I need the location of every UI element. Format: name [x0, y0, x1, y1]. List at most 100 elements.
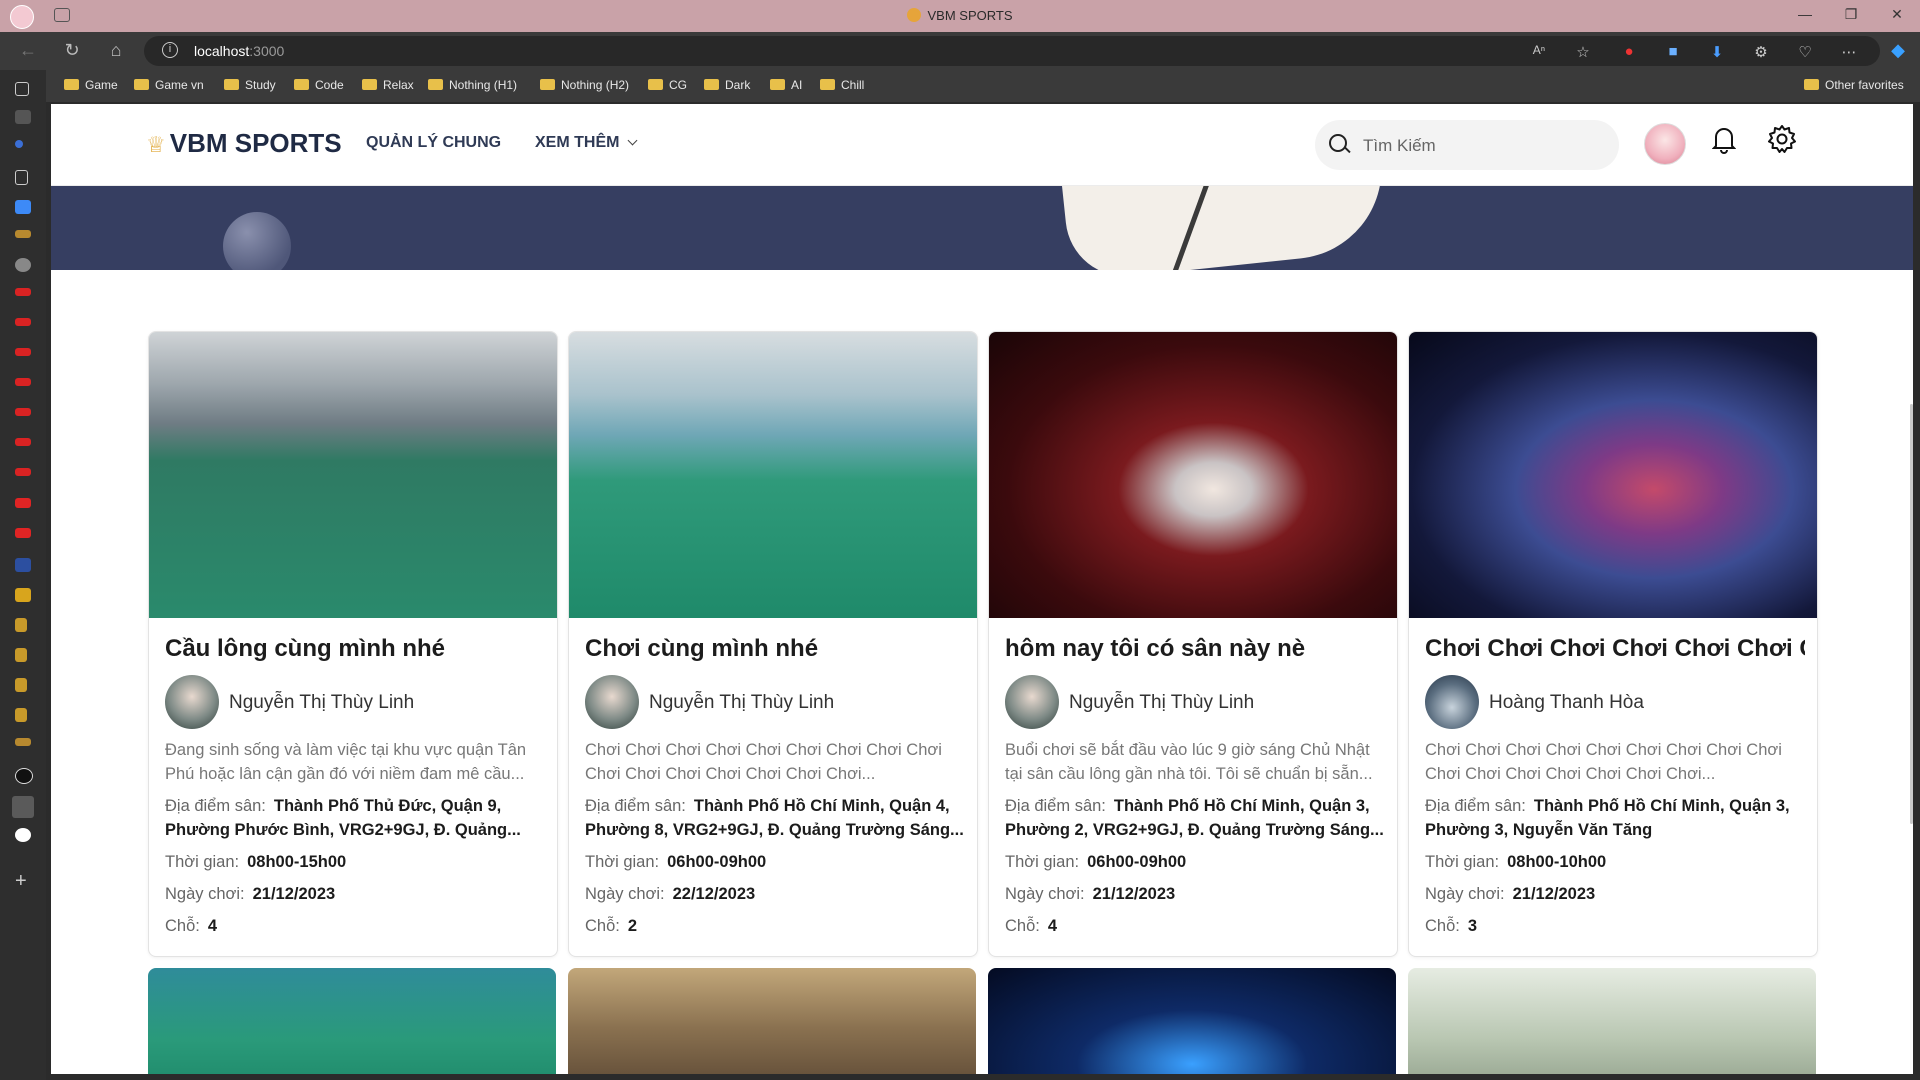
more-menu-icon[interactable]: ⋯: [1838, 43, 1860, 61]
post-card-image[interactable]: [989, 332, 1397, 618]
bookmark-folder[interactable]: Dark: [704, 78, 750, 92]
bookmark-folder[interactable]: Game: [64, 78, 118, 92]
sidebar-app-icon[interactable]: [15, 738, 31, 746]
post-card[interactable]: hôm nay tôi có sân này nè Nguyễn Thị Thù…: [988, 331, 1398, 957]
sidebar-youtube-icon[interactable]: [15, 528, 31, 538]
post-card[interactable]: Chơi Chơi Chơi Chơi Chơi Chơi C Hoàng Th…: [1408, 331, 1818, 957]
restore-icon[interactable]: ❐: [1836, 6, 1866, 23]
bookmark-folder[interactable]: Relax: [362, 78, 414, 92]
extension-red-icon[interactable]: ●: [1618, 43, 1640, 60]
sidebar-youtube-icon[interactable]: [15, 348, 31, 356]
sidebar-app-icon[interactable]: [15, 588, 31, 602]
close-icon[interactable]: ✕: [1882, 6, 1912, 23]
sidebar-chat-icon[interactable]: [15, 768, 33, 784]
site-logo[interactable]: ♕ VBM SPORTS: [146, 128, 342, 159]
post-card[interactable]: Cầu lông cùng mình nhé Nguyễn Thị Thùy L…: [148, 331, 558, 957]
sidebar-n-icon[interactable]: [15, 648, 27, 662]
url-text[interactable]: localhost:3000: [194, 43, 284, 59]
post-time-row: Thời gian: 06h00-09h00: [1005, 850, 1385, 874]
sidebar-youtube-icon[interactable]: [15, 498, 31, 508]
author-name[interactable]: Hoàng Thanh Hòa: [1489, 692, 1644, 714]
download-icon[interactable]: ⬇: [1706, 43, 1728, 61]
slots-value: 4: [1047, 917, 1058, 935]
sidebar-n-icon[interactable]: [15, 618, 27, 632]
sidebar-media-icon[interactable]: [15, 200, 31, 214]
gear-icon[interactable]: [1767, 124, 1797, 154]
post-card-title[interactable]: Chơi cùng mình nhé: [585, 635, 965, 663]
post-card-image[interactable]: [569, 332, 977, 618]
home-icon[interactable]: ⌂: [104, 40, 128, 61]
time-label: Thời gian:: [1005, 853, 1080, 871]
sidebar-search-icon[interactable]: [15, 140, 23, 148]
page-scrollbar[interactable]: [1910, 404, 1913, 824]
sidebar-youtube-icon[interactable]: [15, 438, 31, 446]
other-favorites-folder[interactable]: Other favorites: [1804, 78, 1904, 92]
sidebar-youtube-icon[interactable]: [15, 378, 31, 386]
sidebar-youtube-icon[interactable]: [15, 318, 31, 326]
sidebar-doc-icon[interactable]: [15, 170, 28, 185]
sidebar-youtube-icon[interactable]: [15, 288, 31, 296]
folder-icon: [540, 79, 555, 90]
extensions-icon[interactable]: ⚙: [1750, 43, 1772, 61]
bookmark-folder[interactable]: Study: [224, 78, 276, 92]
author-name[interactable]: Nguyễn Thị Thùy Linh: [1069, 692, 1254, 714]
folder-icon: [704, 79, 719, 90]
back-icon[interactable]: ←: [16, 40, 40, 61]
author-avatar[interactable]: [585, 675, 639, 729]
bookmark-folder[interactable]: Nothing (H1): [428, 78, 517, 92]
location-label: Địa điểm sân:: [165, 797, 266, 815]
post-location-row: Địa điểm sân: Thành Phố Hồ Chí Minh, Quận…: [1005, 794, 1385, 842]
nav-more[interactable]: XEM THÊM: [535, 134, 638, 152]
location-label: Địa điểm sân:: [1005, 797, 1106, 815]
author-name[interactable]: Nguyễn Thị Thùy Linh: [229, 692, 414, 714]
sidebar-app-icon[interactable]: [15, 258, 31, 272]
bookmark-folder[interactable]: Chill: [820, 78, 864, 92]
sidebar-google-icon[interactable]: [15, 828, 31, 842]
browser-essentials-icon[interactable]: ♡: [1794, 43, 1816, 61]
post-description: Chơi Chơi Chơi Chơi Chơi Chơi Chơi Chơi …: [585, 741, 942, 783]
sidebar-youtube-icon[interactable]: [15, 408, 31, 416]
bookmark-folder[interactable]: AI: [770, 78, 802, 92]
bookmark-folder[interactable]: Code: [294, 78, 344, 92]
bookmark-folder[interactable]: Nothing (H2): [540, 78, 629, 92]
bookmark-folder[interactable]: CG: [648, 78, 687, 92]
location-label: Địa điểm sân:: [585, 797, 686, 815]
author-avatar[interactable]: [1005, 675, 1059, 729]
search-input[interactable]: [1361, 132, 1605, 160]
reload-icon[interactable]: ↻: [60, 40, 84, 61]
site-info-icon[interactable]: i: [162, 42, 178, 58]
favorite-star-icon[interactable]: ☆: [1572, 43, 1594, 61]
post-card-image[interactable]: [1409, 332, 1817, 618]
post-card[interactable]: Chơi cùng mình nhé Nguyễn Thị Thùy Linh …: [568, 331, 978, 957]
sidebar-app-icon[interactable]: [15, 230, 31, 238]
post-card-image[interactable]: [149, 332, 557, 618]
user-avatar[interactable]: [1644, 123, 1686, 165]
author-avatar[interactable]: [1425, 675, 1479, 729]
read-aloud-icon[interactable]: Aⁿ: [1528, 43, 1550, 57]
nav-manage[interactable]: QUẢN LÝ CHUNG: [366, 134, 501, 152]
post-card-title[interactable]: hôm nay tôi có sân này nè: [1005, 635, 1385, 663]
extension-blue-icon[interactable]: ■: [1662, 43, 1684, 60]
sidebar-app-icon[interactable]: [15, 110, 31, 124]
post-card-image-partial[interactable]: [988, 968, 1396, 1074]
post-date-row: Ngày chơi: 21/12/2023: [165, 882, 545, 906]
sidebar-youtube-icon[interactable]: [15, 468, 31, 476]
post-card-image-partial[interactable]: [1408, 968, 1816, 1074]
post-card-image-partial[interactable]: [148, 968, 556, 1074]
minimize-icon[interactable]: —: [1790, 6, 1820, 22]
address-bar[interactable]: i localhost:3000 Aⁿ ☆ ● ■ ⬇ ⚙ ♡ ⋯: [144, 36, 1880, 66]
post-card-title[interactable]: Chơi Chơi Chơi Chơi Chơi Chơi C: [1425, 635, 1805, 663]
author-name[interactable]: Nguyễn Thị Thùy Linh: [649, 692, 834, 714]
bookmark-folder[interactable]: Game vn: [134, 78, 204, 92]
bell-icon[interactable]: [1712, 124, 1736, 154]
post-card-image-partial[interactable]: [568, 968, 976, 1074]
sidebar-add-icon[interactable]: +: [15, 870, 31, 892]
sidebar-trophy-icon[interactable]: [12, 796, 34, 818]
sidebar-tabs-icon[interactable]: [15, 82, 29, 96]
author-avatar[interactable]: [165, 675, 219, 729]
post-card-title[interactable]: Cầu lông cùng mình nhé: [165, 635, 545, 663]
sidebar-n-icon[interactable]: [15, 708, 27, 722]
sidebar-mail-icon[interactable]: [15, 558, 31, 572]
sidebar-n-icon[interactable]: [15, 678, 27, 692]
copilot-icon[interactable]: ◆: [1886, 40, 1910, 61]
